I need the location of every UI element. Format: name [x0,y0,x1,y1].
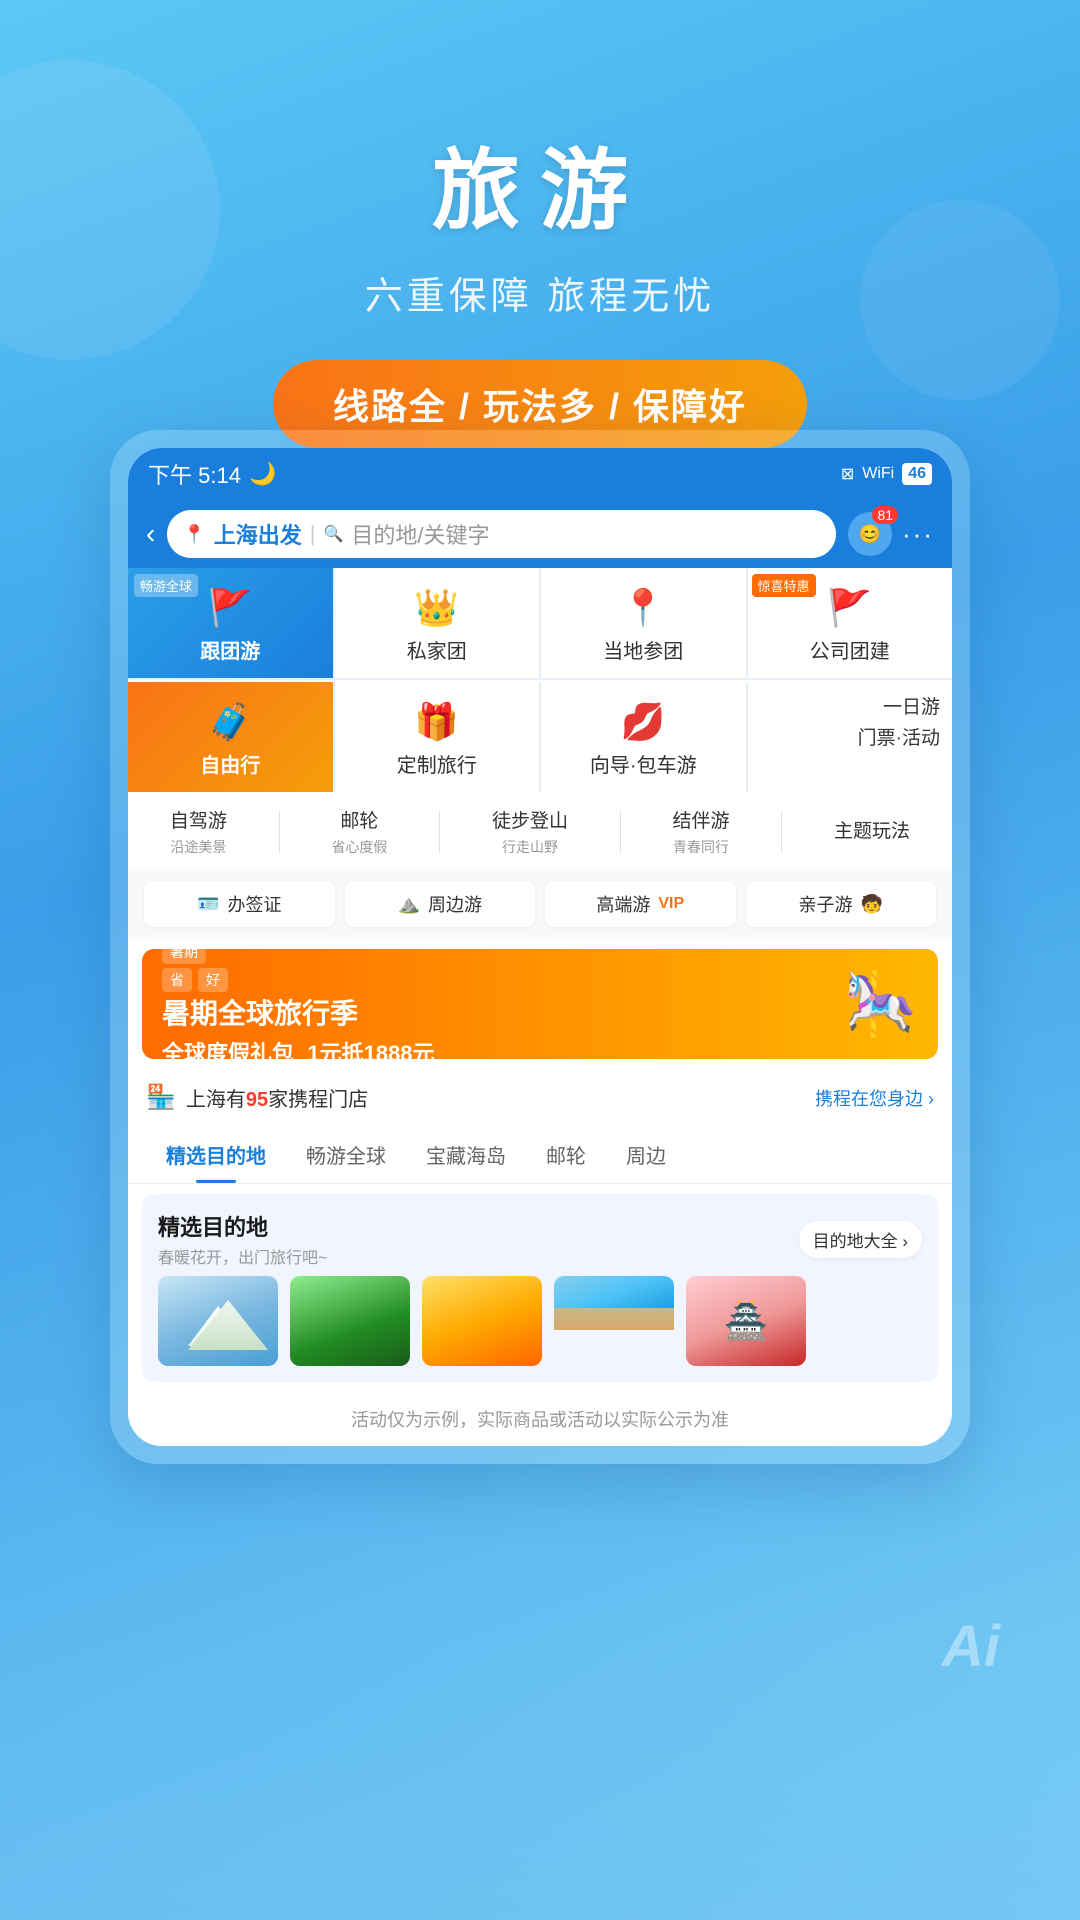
group-tour-label: 跟团游 [200,635,260,664]
search-bar[interactable]: 📍 上海出发 | 🔍 目的地/关键字 [167,510,836,558]
banner-tag2: 省 [162,968,192,992]
category-private-tour[interactable]: 👑 私家团 [335,568,540,678]
tab-island[interactable]: 宝藏海岛 [406,1126,526,1183]
free-travel-icon: 🧳 [208,701,253,743]
nav-self-drive[interactable]: 自驾游 沿途美景 [170,806,227,857]
corp-tour-icon: 🚩 [827,587,872,629]
tab-cruise[interactable]: 邮轮 [526,1126,606,1183]
more-button[interactable]: ··· [902,519,934,550]
dest-thumb-temple[interactable]: 🏯 [686,1276,806,1366]
guide-tour-icon: 💋 [621,701,666,743]
status-bar: 下午 5:14 🌙 ⊠ WiFi 46 [128,448,952,500]
wifi-icon: WiFi [862,465,894,483]
user-avatar[interactable]: 😊 81 [848,512,892,556]
store-info-row: 🏪 上海有95家携程门店 携程在您身边 › [128,1069,952,1126]
category-grid-row1: 畅游全球 🚩 跟团游 👑 私家团 📍 当地参团 惊喜特惠 🚩 公司团建 [128,568,952,680]
private-tour-icon: 👑 [414,587,459,629]
battery-display: 46 [902,463,932,485]
banner-tag3: 好 [198,968,228,992]
category-day-tour[interactable]: 一日游 门票·活动 [748,682,953,792]
back-button[interactable]: ‹ [146,518,155,550]
store-count: 95 [246,1089,268,1111]
nav-right: 😊 81 ··· [848,512,934,556]
moon-icon: 🌙 [249,461,276,487]
guide-tour-label: 向导·包车游 [590,749,697,778]
nearby-icon: ⛰️ [398,894,420,915]
time-display: 下午 5:14 [148,458,241,490]
tabs-row: 精选目的地 畅游全球 宝藏海岛 邮轮 周边 [128,1126,952,1184]
phone-inner: 下午 5:14 🌙 ⊠ WiFi 46 ‹ 📍 上海出发 | 🔍 目的地/关键字… [128,448,952,1446]
screen-icon: ⊠ [841,464,854,484]
tag-luxury[interactable]: 高端游 VIP [545,881,736,927]
nav-companion[interactable]: 结伴游 青春同行 [673,806,730,857]
custom-travel-icon: 🎁 [414,701,459,743]
store-icon: 🏪 [146,1083,176,1112]
local-tour-label: 当地参团 [603,635,683,664]
category-corp-tour[interactable]: 惊喜特惠 🚩 公司团建 [748,568,953,678]
banner-tag1: 暑期 [162,949,206,964]
dest-thumb-beach[interactable] [554,1276,674,1366]
dest-thumbnails: 🏯 [158,1276,922,1366]
search-destination[interactable]: 目的地/关键字 [351,518,820,550]
tag-visa[interactable]: 🪪 办签证 [144,881,335,927]
nav-cruise[interactable]: 邮轮 省心度假 [331,806,387,857]
local-tour-icon: 📍 [621,587,666,629]
category-free-travel[interactable]: 🧳 自由行 [128,682,333,792]
store-link[interactable]: 携程在您身边 › [815,1085,934,1111]
dest-section-subtitle: 春暖花开，出门旅行吧~ [158,1244,327,1268]
tab-selected-dest[interactable]: 精选目的地 [146,1126,286,1183]
phone-mockup: 下午 5:14 🌙 ⊠ WiFi 46 ‹ 📍 上海出发 | 🔍 目的地/关键字… [110,430,970,1464]
small-nav-row: 自驾游 沿途美景 邮轮 省心度假 徒步登山 行走山野 结伴游 青春同行 主题玩法 [128,794,952,869]
tab-nearby[interactable]: 周边 [606,1126,686,1183]
free-travel-label: 自由行 [200,749,260,778]
day-tour-label: 一日游 [760,692,941,719]
dest-header: 精选目的地 春暖花开，出门旅行吧~ 目的地大全 › [158,1210,922,1268]
category-local-tour[interactable]: 📍 当地参团 [541,568,746,678]
custom-travel-label: 定制旅行 [397,749,477,778]
tag-family[interactable]: 亲子游 🧒 [746,881,937,927]
banner-title: 暑期全球旅行季 [162,992,435,1032]
banner-price-text: 全球度假礼包 1元抵1888元 [162,1036,435,1059]
tab-world-tour[interactable]: 畅游全球 [286,1126,406,1183]
nav-bar: ‹ 📍 上海出发 | 🔍 目的地/关键字 😊 81 ··· [128,500,952,568]
tickets-label: 门票·活动 [760,723,941,750]
ai-watermark: Ai [942,1613,1000,1680]
visa-icon: 🪪 [197,894,219,915]
dest-thumb-forest[interactable] [290,1276,410,1366]
badge-special: 惊喜特惠 [752,574,816,597]
store-text: 上海有95家携程门店 [186,1083,368,1112]
message-badge: 81 [872,506,898,524]
tags-row: 🪪 办签证 ⛰️ 周边游 高端游 VIP 亲子游 🧒 [128,869,952,939]
status-bar-left: 下午 5:14 🌙 [148,458,276,490]
location-icon: 📍 [183,524,205,545]
banner-decoration: 🎠 [843,969,918,1040]
dest-section-title: 精选目的地 [158,1210,327,1242]
nav-hiking[interactable]: 徒步登山 行走山野 [492,806,568,857]
disclaimer: 活动仅为示例，实际商品或活动以实际公示为准 [128,1392,952,1446]
category-guide-tour[interactable]: 💋 向导·包车游 [541,682,746,792]
badge-world-tour: 畅游全球 [134,574,198,597]
nav-theme[interactable]: 主题玩法 [834,816,910,847]
family-icon: 🧒 [861,894,883,915]
corp-tour-label: 公司团建 [810,635,890,664]
dest-section: 精选目的地 春暖花开，出门旅行吧~ 目的地大全 › [142,1194,938,1382]
status-bar-right: ⊠ WiFi 46 [841,463,932,485]
group-tour-icon: 🚩 [208,587,253,629]
dest-all-button[interactable]: 目的地大全 › [799,1221,922,1258]
category-group-tour[interactable]: 畅游全球 🚩 跟团游 [128,568,333,678]
promo-banner[interactable]: 暑期 省 好 暑期全球旅行季 全球度假礼包 1元抵1888元 🎠 [142,949,938,1059]
category-custom-travel[interactable]: 🎁 定制旅行 [335,682,540,792]
search-mag-icon: 🔍 [323,524,343,544]
dest-thumb-city[interactable] [422,1276,542,1366]
vip-badge: VIP [658,895,684,913]
hi-label: 😊 [859,524,881,545]
dest-thumb-mountain[interactable] [158,1276,278,1366]
private-tour-label: 私家团 [407,635,467,664]
tag-nearby[interactable]: ⛰️ 周边游 [345,881,536,927]
depart-city[interactable]: 上海出发 [214,518,302,550]
category-grid-row2: 🧳 自由行 🎁 定制旅行 💋 向导·包车游 一日游 门票·活动 [128,682,952,792]
